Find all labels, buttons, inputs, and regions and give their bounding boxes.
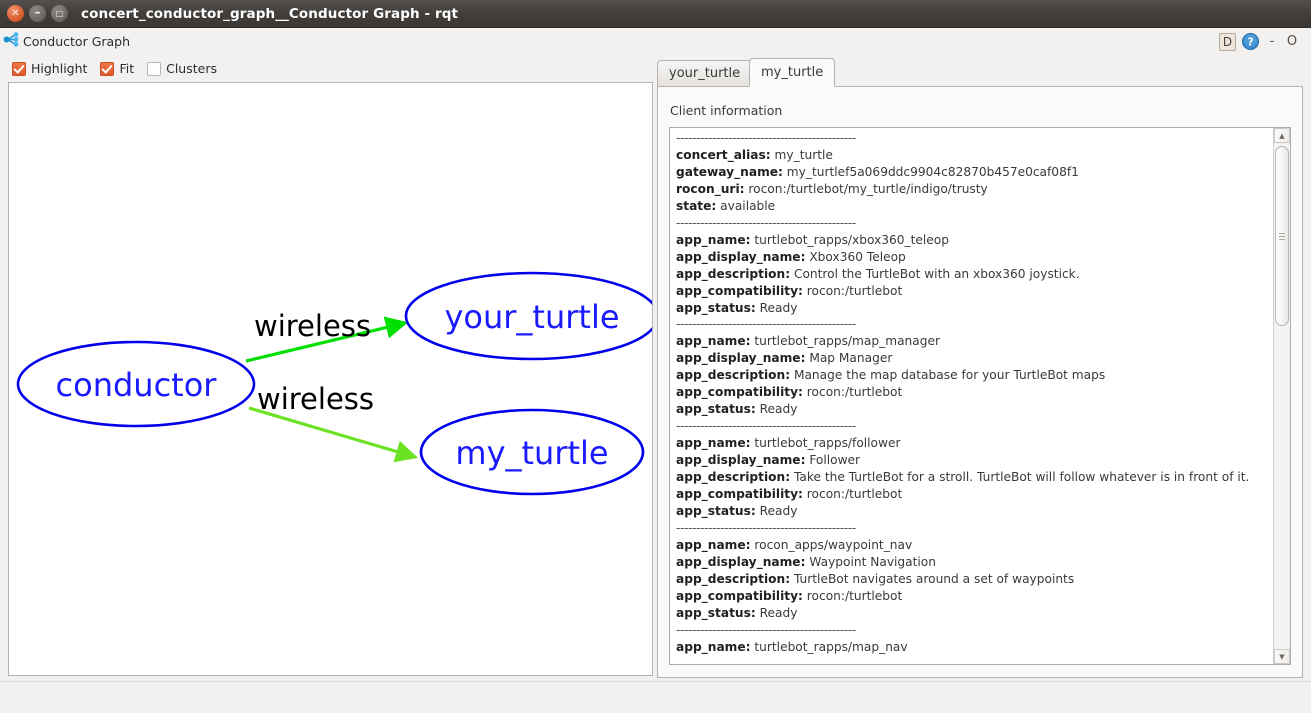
window-minimize-button[interactable]: –: [29, 5, 46, 22]
client-information-label: Client information: [670, 103, 782, 118]
graph-node-conductor[interactable]: conductor: [18, 342, 254, 426]
graph-node-my-turtle[interactable]: my_turtle: [421, 410, 643, 494]
client-info-scrollbar[interactable]: ▲ ▼: [1273, 128, 1290, 664]
tab-your-turtle[interactable]: your_turtle: [657, 60, 752, 86]
window-close-button[interactable]: ✕: [7, 5, 24, 22]
maximize-icon: □: [56, 10, 64, 18]
checkbox-highlight-label: Highlight: [31, 61, 87, 76]
scroll-up-arrow-icon[interactable]: ▲: [1274, 128, 1290, 143]
ros-node-graph-icon: [3, 31, 20, 52]
status-bar: [0, 681, 1311, 713]
scroll-down-arrow-icon[interactable]: ▼: [1274, 649, 1290, 664]
client-info-pane: your_turtle my_turtle Client information…: [657, 58, 1303, 678]
graph-options-toolbar: Highlight Fit Clusters: [0, 57, 660, 80]
plugin-minimize-button[interactable]: -: [1265, 33, 1279, 50]
plugin-header-actions: D ? - O: [1219, 33, 1299, 51]
scrollbar-thumb[interactable]: [1275, 146, 1289, 326]
dock-widget-button[interactable]: D: [1219, 33, 1236, 51]
checkbox-clusters-box[interactable]: [147, 62, 161, 76]
graph-node-my-turtle-label: my_turtle: [455, 434, 608, 472]
checkbox-highlight[interactable]: Highlight: [12, 61, 87, 76]
checkbox-fit-label: Fit: [119, 61, 134, 76]
window-title: concert_conductor_graph__Conductor Graph…: [81, 6, 458, 22]
tab-my-turtle-label: my_turtle: [761, 65, 823, 80]
graph-edge-label-your-turtle: wireless: [254, 309, 371, 343]
conductor-graph-canvas[interactable]: conductor your_turtle my_turtle wireless…: [8, 82, 653, 676]
plugin-header-left: Conductor Graph: [3, 31, 130, 52]
checkbox-fit-box[interactable]: [100, 62, 114, 76]
plugin-float-button[interactable]: O: [1285, 33, 1299, 50]
checkbox-clusters-label: Clusters: [166, 61, 217, 76]
plugin-header: Conductor Graph D ? - O: [0, 29, 1311, 54]
tab-your-turtle-label: your_turtle: [669, 66, 740, 81]
checkbox-fit[interactable]: Fit: [100, 61, 134, 76]
scrollbar-grip-icon: [1279, 233, 1285, 240]
client-tabs: your_turtle my_turtle: [657, 58, 1303, 86]
graph-node-your-turtle[interactable]: your_turtle: [406, 273, 652, 359]
plugin-title: Conductor Graph: [23, 34, 130, 49]
checkbox-clusters[interactable]: Clusters: [147, 61, 217, 76]
graph-node-your-turtle-label: your_turtle: [444, 298, 619, 336]
window-maximize-button[interactable]: □: [51, 5, 68, 22]
minimize-icon: –: [35, 6, 41, 18]
tab-panel-my-turtle: Client information ---------------------…: [657, 86, 1303, 678]
checkbox-highlight-box[interactable]: [12, 62, 26, 76]
close-icon: ✕: [11, 9, 19, 19]
client-information-text: ----------------------------------------…: [676, 130, 1273, 656]
tab-my-turtle[interactable]: my_turtle: [749, 58, 835, 87]
graph-edge-label-my-turtle: wireless: [257, 382, 374, 416]
client-information-textbox[interactable]: ----------------------------------------…: [669, 127, 1291, 665]
svg-text:?: ?: [1247, 36, 1253, 48]
window-titlebar: ✕ – □ concert_conductor_graph__Conductor…: [0, 0, 1311, 28]
graph-svg[interactable]: conductor your_turtle my_turtle wireless…: [9, 83, 652, 675]
window-controls: ✕ – □: [7, 5, 68, 22]
help-icon[interactable]: ?: [1242, 33, 1259, 50]
graph-node-conductor-label: conductor: [56, 366, 218, 404]
